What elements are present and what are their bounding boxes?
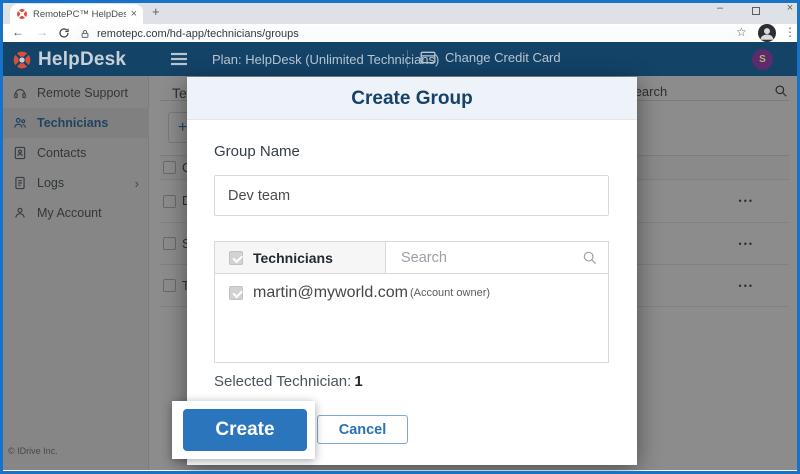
- browser-tabstrip: RemotePC™ HelpDesk - Groups × + – ×: [0, 0, 800, 24]
- plan-label: Plan: HelpDesk (Unlimited Technicians): [212, 52, 439, 67]
- create-button-highlight: Create: [172, 401, 315, 459]
- technicians-header-cell: Technicians: [215, 242, 386, 273]
- tab-title: RemotePC™ HelpDesk - Groups: [33, 9, 126, 20]
- technician-owner-label: (Account owner): [410, 287, 490, 299]
- reload-icon[interactable]: [58, 27, 70, 39]
- app-name: HelpDesk: [38, 49, 126, 71]
- forward-icon[interactable]: →: [36, 25, 48, 39]
- technicians-panel-header: Technicians: [215, 242, 608, 274]
- window-minimize-button[interactable]: –: [712, 2, 728, 14]
- browser-tab[interactable]: RemotePC™ HelpDesk - Groups ×: [10, 4, 143, 24]
- back-icon[interactable]: ←: [12, 25, 24, 39]
- technician-search-input[interactable]: [387, 242, 573, 273]
- search-icon: [582, 250, 598, 266]
- url-bar[interactable]: remotepc.com/hd-app/technicians/groups: [72, 26, 752, 41]
- technicians-panel: Technicians martin@myworld.com(Account o…: [214, 241, 609, 363]
- new-tab-button[interactable]: +: [152, 4, 160, 19]
- cancel-button[interactable]: Cancel: [317, 415, 408, 444]
- helpdesk-logo: HelpDesk: [12, 49, 126, 71]
- modal-title: Create Group: [187, 77, 637, 120]
- header-divider: [407, 50, 408, 68]
- group-name-label: Group Name: [214, 143, 300, 160]
- create-button[interactable]: Create: [183, 409, 307, 451]
- lock-icon: [80, 29, 90, 39]
- selected-technician-line: Selected Technician:1: [214, 373, 363, 390]
- technician-email: martin@myworld.com: [253, 284, 408, 302]
- bookmark-star-icon[interactable]: ☆: [736, 25, 747, 39]
- browser-profile-avatar[interactable]: [758, 24, 776, 42]
- browser-menu-icon[interactable]: ⋮: [784, 25, 796, 39]
- technician-checkbox[interactable]: [229, 286, 243, 300]
- group-name-input[interactable]: [214, 175, 609, 216]
- tab-close-icon[interactable]: ×: [131, 8, 137, 20]
- url-text: remotepc.com/hd-app/technicians/groups: [97, 28, 299, 40]
- selected-technician-label: Selected Technician:: [214, 373, 351, 390]
- credit-card-icon: [420, 51, 436, 64]
- lifebuoy-logo-icon: [12, 50, 32, 70]
- window-restore-button[interactable]: [752, 7, 760, 15]
- change-credit-card-button[interactable]: Change Credit Card: [420, 50, 561, 65]
- technicians-select-all-checkbox[interactable]: [229, 251, 243, 265]
- change-credit-card-label: Change Credit Card: [445, 50, 561, 65]
- hamburger-menu-icon[interactable]: [170, 52, 188, 66]
- person-silhouette-icon: [758, 24, 776, 42]
- technician-list-item[interactable]: martin@myworld.com(Account owner): [229, 284, 490, 302]
- app-window: RemotePC™ HelpDesk - Groups × + – × ← → …: [0, 0, 800, 474]
- user-avatar[interactable]: S: [752, 49, 773, 70]
- selected-technician-count: 1: [351, 373, 362, 390]
- helpdesk-favicon-icon: [16, 8, 28, 20]
- app-header: HelpDesk Plan: HelpDesk (Unlimited Techn…: [0, 42, 800, 76]
- technicians-header-label: Technicians: [253, 250, 333, 266]
- window-close-button[interactable]: ×: [782, 2, 798, 14]
